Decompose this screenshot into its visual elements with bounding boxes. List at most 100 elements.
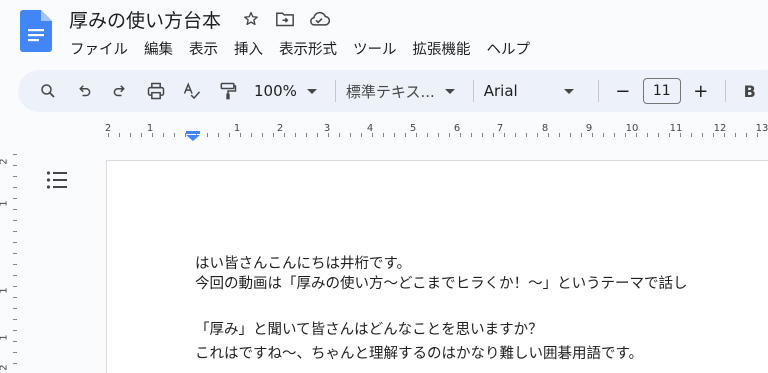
undo-icon[interactable] <box>70 76 98 106</box>
menu-file[interactable]: ファイル <box>62 36 136 61</box>
vruler-tick <box>13 286 17 287</box>
document-line[interactable]: はい皆さんこんにちは井桁です。 <box>195 252 411 273</box>
indent-marker-icon[interactable] <box>186 126 200 141</box>
ruler-tick <box>229 133 230 137</box>
vruler-tick <box>13 253 17 254</box>
vruler-tick <box>13 176 17 177</box>
vruler-tick <box>13 275 17 276</box>
ruler-tick <box>757 133 758 137</box>
ruler-tick <box>328 133 329 137</box>
style-select[interactable]: 標準テキス... <box>346 76 455 106</box>
ruler-tick <box>383 133 384 137</box>
redo-icon[interactable] <box>106 76 134 106</box>
ruler-tick <box>438 133 439 137</box>
star-icon[interactable] <box>239 7 263 31</box>
docs-logo-icon[interactable] <box>20 10 52 52</box>
document-line[interactable]: 「厚み」と聞いて皆さんはどんなことを思いますか？ <box>195 318 543 339</box>
ruler-tick <box>669 133 670 137</box>
ruler-tick <box>493 133 494 137</box>
menu-view[interactable]: 表示 <box>181 36 226 61</box>
ruler-tick <box>614 133 615 137</box>
ruler-label: 3 <box>323 123 331 134</box>
menu-help[interactable]: ヘルプ <box>479 36 539 61</box>
ruler-tick <box>141 133 142 137</box>
ruler-tick <box>372 133 373 137</box>
ruler-label: 7 <box>496 123 504 134</box>
ruler-tick <box>504 133 505 137</box>
decrease-font-size-button[interactable]: − <box>609 76 637 106</box>
ruler-tick <box>515 133 516 137</box>
increase-font-size-button[interactable]: + <box>687 76 715 106</box>
vruler-tick <box>13 352 17 353</box>
print-icon[interactable] <box>142 76 170 106</box>
vertical-ruler[interactable]: 2 1 1 1 2 <box>0 150 20 373</box>
ruler-tick <box>559 133 560 137</box>
toolbar-divider <box>724 80 726 102</box>
vruler-tick <box>13 308 17 309</box>
zoom-select[interactable]: 100% <box>254 76 317 106</box>
toolbar-divider <box>597 80 599 102</box>
ruler-tick <box>746 133 747 137</box>
cloud-saved-icon[interactable] <box>307 7 331 31</box>
ruler-tick <box>625 133 626 137</box>
move-to-folder-icon[interactable] <box>273 7 297 31</box>
ruler-tick <box>482 133 483 137</box>
vruler-tick <box>13 341 17 342</box>
document-line[interactable]: これはですね〜、ちゃんと理解するのはかなり難しい囲碁用語です。 <box>195 342 643 363</box>
vruler-tick <box>13 165 17 166</box>
chevron-down-icon <box>563 88 574 94</box>
vruler-tick <box>13 187 17 188</box>
ruler-tick <box>218 133 219 137</box>
vruler-tick <box>13 198 17 199</box>
bold-button[interactable]: B <box>736 76 764 106</box>
ruler-tick <box>713 133 714 137</box>
ruler-tick <box>702 133 703 137</box>
vruler-tick <box>13 264 17 265</box>
minus-icon: − <box>615 80 631 102</box>
spellcheck-icon[interactable] <box>178 76 206 106</box>
font-select[interactable]: Arial <box>484 76 580 106</box>
vruler-tick <box>13 330 17 331</box>
ruler-label: 2 <box>276 123 284 134</box>
vruler-tick <box>13 297 17 298</box>
font-size-input[interactable]: 11 <box>642 78 681 104</box>
search-icon[interactable] <box>34 76 62 106</box>
menu-format[interactable]: 表示形式 <box>271 36 345 61</box>
ruler-tick <box>570 133 571 137</box>
paint-format-icon[interactable] <box>214 76 242 106</box>
toolbar-divider <box>334 80 336 102</box>
document-outline-icon[interactable] <box>46 170 68 190</box>
ruler-tick <box>339 133 340 137</box>
ruler-tick <box>405 133 406 137</box>
ruler-tick <box>163 133 164 137</box>
menu-bar: ファイル 編集 表示 挿入 表示形式 ツール 拡張機能 ヘルプ <box>62 35 538 61</box>
ruler-tick <box>548 133 549 137</box>
menu-extensions[interactable]: 拡張機能 <box>405 36 479 61</box>
vruler-label: 2 <box>0 158 10 164</box>
document-line[interactable]: 今回の動画は「厚みの使い方〜どこまでヒラくか！〜」というテーマで話し <box>195 272 688 293</box>
vruler-tick <box>13 154 17 155</box>
ruler-tick <box>174 133 175 137</box>
ruler-tick <box>416 133 417 137</box>
ruler-tick <box>306 133 307 137</box>
ruler-tick <box>680 133 681 137</box>
ruler-tick <box>207 133 208 137</box>
ruler-tick <box>262 133 263 137</box>
plus-icon: + <box>693 80 709 102</box>
vruler-label: 1 <box>0 287 10 293</box>
menu-tools[interactable]: ツール <box>345 36 405 61</box>
menu-edit[interactable]: 編集 <box>136 36 181 61</box>
ruler-tick <box>581 133 582 137</box>
ruler-tick <box>691 133 692 137</box>
title-row: 厚みの使い方台本 <box>69 5 341 33</box>
menu-insert[interactable]: 挿入 <box>226 36 271 61</box>
vruler-label: 2 <box>0 364 10 370</box>
ruler-tick <box>284 133 285 137</box>
document-title[interactable]: 厚みの使い方台本 <box>69 6 221 33</box>
vruler-tick <box>13 231 17 232</box>
vruler-label: 1 <box>0 200 10 206</box>
vruler-tick <box>13 209 17 210</box>
ruler-tick <box>592 133 593 137</box>
vruler-label: 1 <box>0 334 10 340</box>
horizontal-ruler[interactable]: 2 1 1 2 3 4 5 6 7 8 9 10 11 12 13 <box>0 120 768 144</box>
